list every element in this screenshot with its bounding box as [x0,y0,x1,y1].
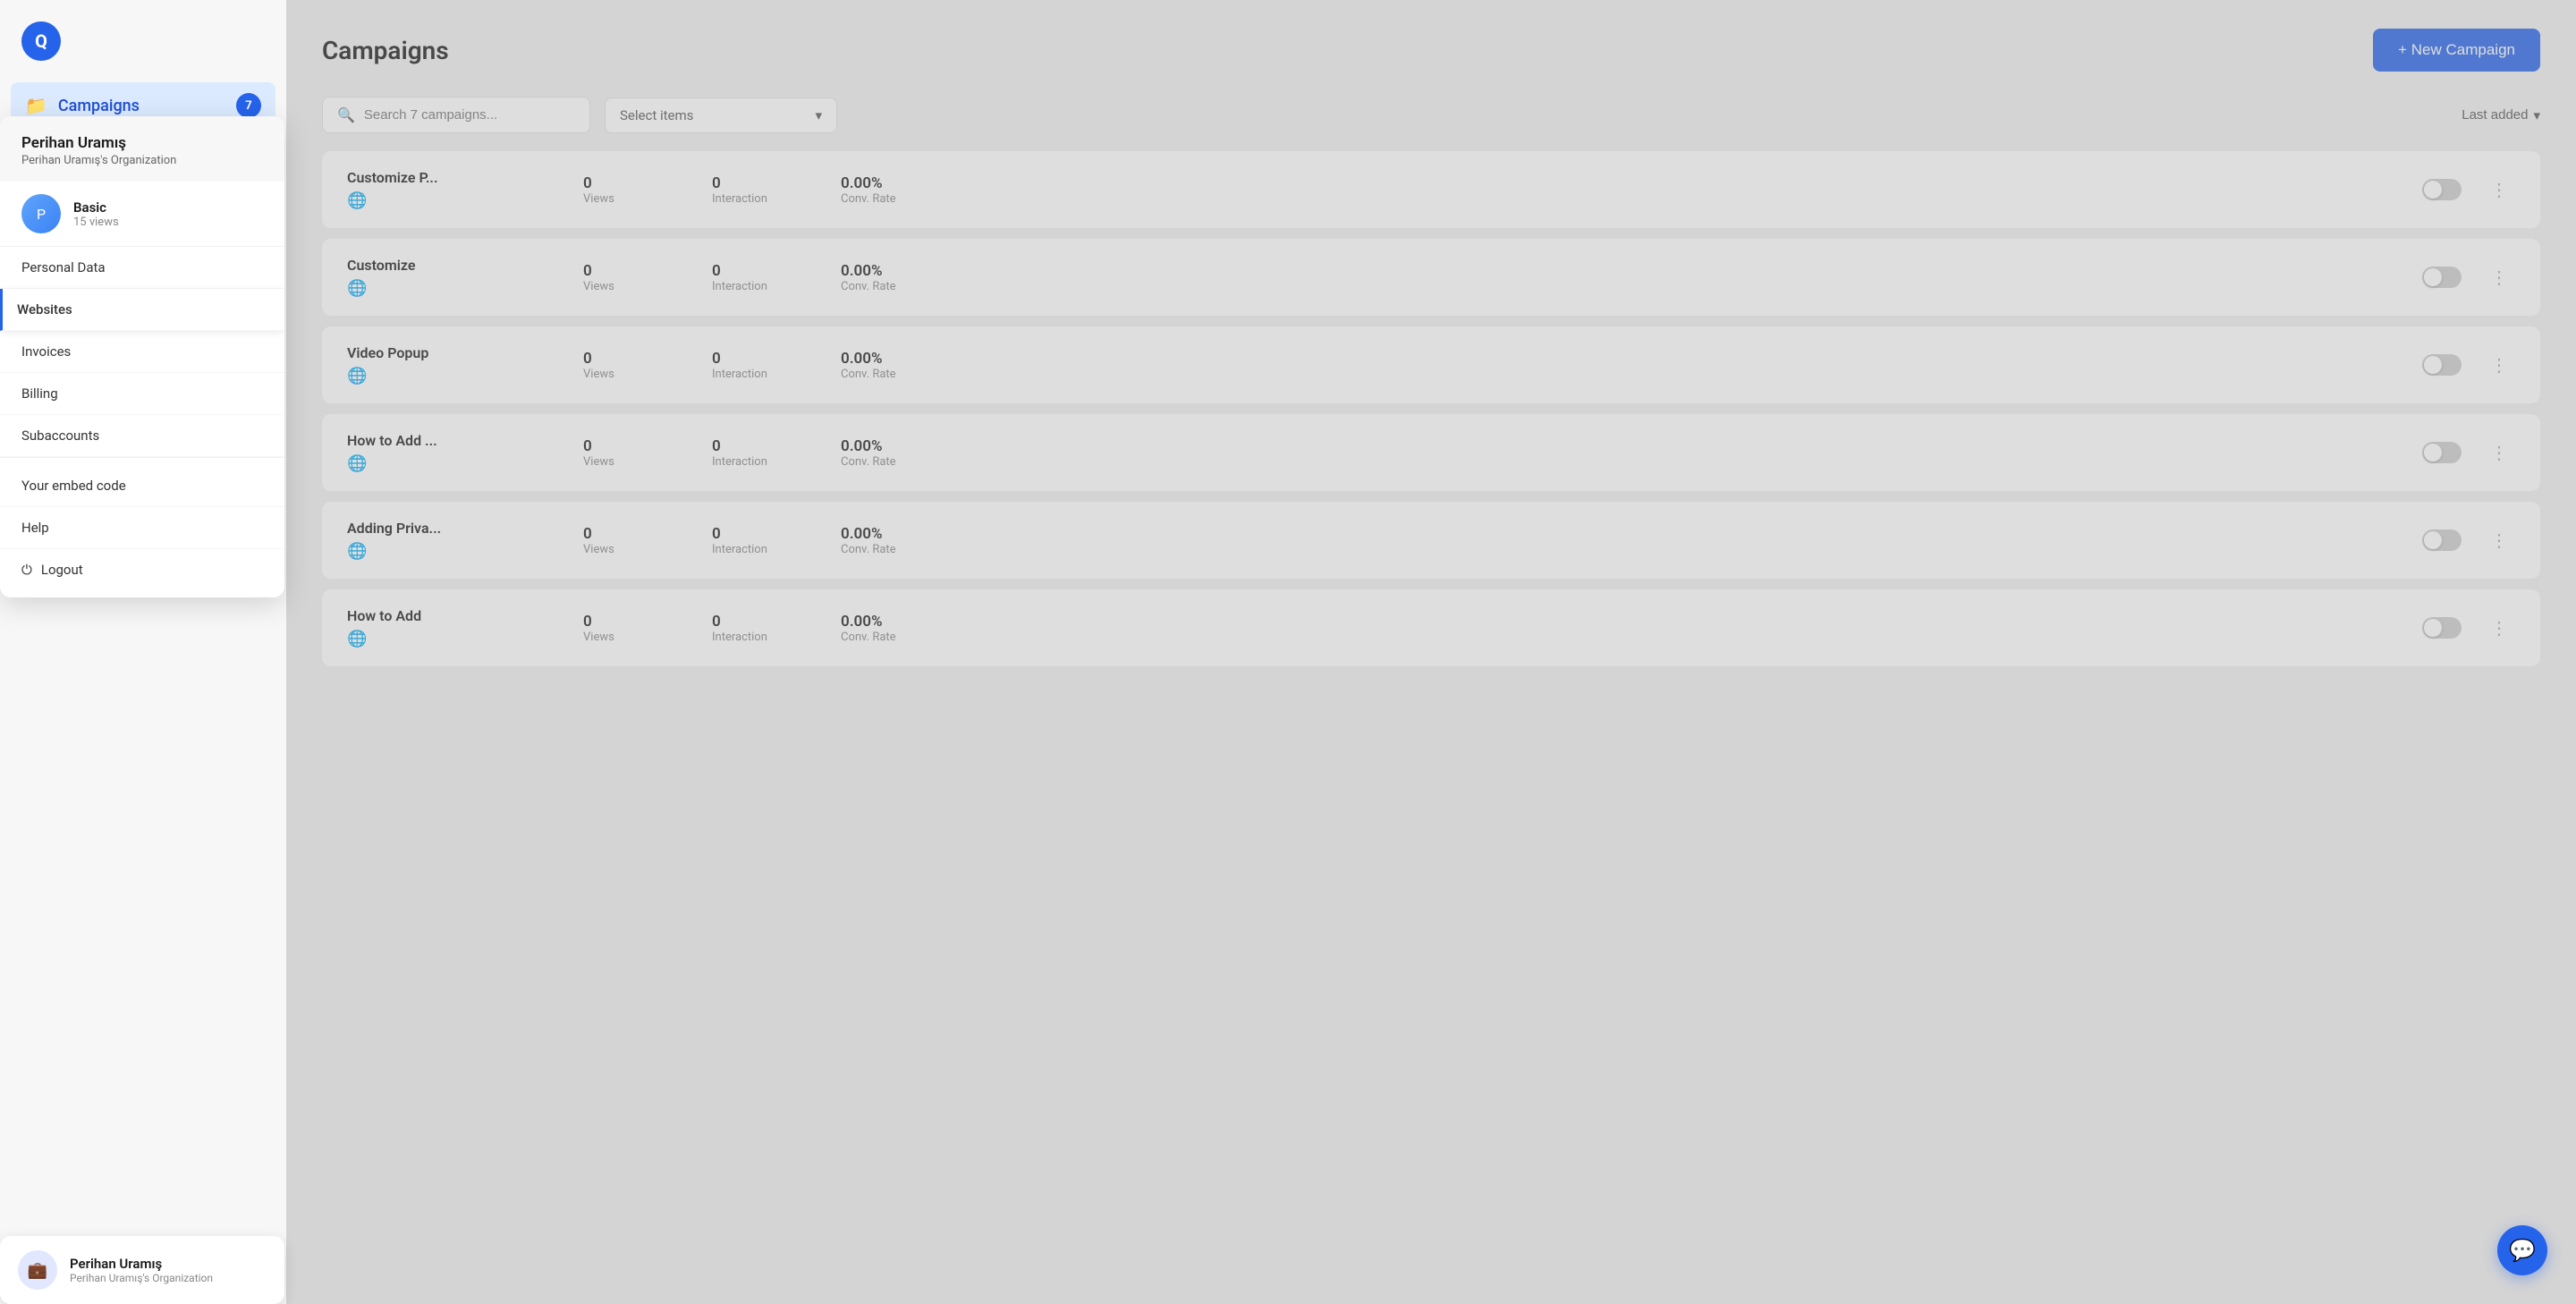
menu-item-websites[interactable]: Websites [0,289,284,331]
menu-item-billing[interactable]: Billing [0,373,284,415]
plan-avatar: P [21,194,61,233]
logout-label: Logout [41,562,83,578]
logout-icon: ⏻ [21,562,32,578]
panel-bottom-section: Your embed code Help ⏻ Logout [0,457,284,597]
menu-item-invoices[interactable]: Invoices [0,331,284,373]
chat-bubble[interactable]: 💬 [2497,1225,2547,1275]
bottom-user-bar[interactable]: 💼 Perihan Uramış Perihan Uramış's Organi… [0,1236,284,1304]
user-plan-row: P Basic 15 views [0,182,284,247]
menu-item-personal-data[interactable]: Personal Data [0,247,284,289]
menu-item-help[interactable]: Help [0,507,284,549]
chat-icon: 💬 [2509,1238,2536,1263]
sidebar-item-label-campaigns: Campaigns [58,97,140,115]
plan-info: Basic 15 views [73,199,119,229]
campaigns-icon: 📁 [25,95,47,116]
bottom-user-name: Perihan Uramış [70,1256,213,1272]
plan-label: Basic [73,199,119,216]
user-panel-name: Perihan Uramış [21,134,263,152]
campaigns-badge: 7 [236,93,261,118]
user-menu: Personal Data Websites Invoices Billing … [0,247,284,457]
bottom-user-avatar: 💼 [18,1250,57,1290]
bottom-user-info: Perihan Uramış Perihan Uramış's Organiza… [70,1256,213,1284]
user-panel: Perihan Uramış Perihan Uramış's Organiza… [0,116,284,597]
menu-item-embed[interactable]: Your embed code [0,465,284,507]
menu-item-subaccounts[interactable]: Subaccounts [0,415,284,457]
dim-overlay [0,0,2576,1304]
user-panel-org: Perihan Uramış's Organization [21,154,263,167]
plan-views: 15 views [73,216,119,229]
briefcase-icon: 💼 [28,1261,47,1280]
bottom-user-org: Perihan Uramış's Organization [70,1272,213,1284]
logout-button[interactable]: ⏻ Logout [0,549,284,590]
user-panel-header: Perihan Uramış Perihan Uramış's Organiza… [0,116,284,182]
sidebar-logo: Q [0,0,286,75]
app-logo[interactable]: Q [21,21,61,61]
